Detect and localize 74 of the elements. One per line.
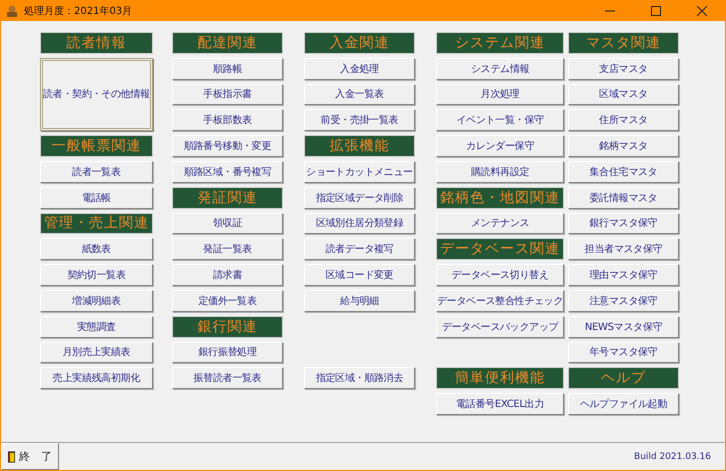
menu-button[interactable]: 順路区域・番号複写	[172, 160, 283, 183]
section-header: マスタ関連	[568, 32, 679, 54]
menu-button[interactable]: ヘルプファイル起動	[568, 393, 679, 415]
menu-button[interactable]: 理由マスタ保守	[568, 264, 679, 286]
menu-button[interactable]: 順路番号移動・変更	[172, 135, 283, 157]
section-header: 管理・売上関連	[40, 212, 153, 234]
menu-button[interactable]: カレンダー保守	[436, 135, 564, 157]
menu-button[interactable]: 振替読者一覧表	[172, 367, 283, 390]
menu-button[interactable]: 支店マスタ	[568, 58, 679, 80]
menu-button[interactable]: データベース切り替え	[436, 264, 564, 286]
menu-button[interactable]: 読者データ複写	[304, 238, 415, 260]
menu-button[interactable]: イベント一覧・保守	[436, 109, 564, 132]
menu-button[interactable]: 電話番号EXCEL出力	[436, 393, 564, 415]
menu-button[interactable]: 増減明細表	[40, 290, 153, 312]
section-header: ヘルプ	[568, 367, 679, 390]
menu-button[interactable]: 区域コード変更	[304, 264, 415, 286]
menu-button[interactable]: 月別売上実績表	[40, 342, 153, 364]
section-header: システム関連	[436, 32, 564, 54]
menu-button[interactable]: 指定区域・順路消去	[304, 367, 415, 390]
maximize-icon[interactable]	[651, 6, 661, 16]
section-header: 発証関連	[172, 186, 283, 209]
section-header: 読者情報	[40, 32, 153, 54]
menu-button[interactable]: メンテナンス	[436, 212, 564, 234]
exit-button[interactable]: 終 了	[1, 443, 59, 470]
section-header: 入金関連	[304, 32, 415, 54]
menu-button[interactable]: ショートカットメニュー	[304, 160, 415, 183]
section-header: 一般帳票関連	[40, 135, 153, 157]
menu-button[interactable]: 委託情報マスタ	[568, 186, 679, 209]
build-label: Build 2021.03.16	[634, 452, 711, 462]
menu-button[interactable]: 電話帳	[40, 186, 153, 209]
menu-button[interactable]: 区域マスタ	[568, 84, 679, 106]
menu-button[interactable]: 入金処理	[304, 58, 415, 80]
menu-button[interactable]: 読者一覧表	[40, 160, 153, 183]
menu-button[interactable]: 領収証	[172, 212, 283, 234]
menu-button[interactable]: 銘柄マスタ	[568, 135, 679, 157]
menu-button[interactable]: 読者・契約・その他情報	[40, 58, 153, 132]
menu-button[interactable]: 発証一覧表	[172, 238, 283, 260]
menu-button[interactable]: 手板部数表	[172, 109, 283, 132]
close-icon[interactable]	[697, 6, 707, 16]
section-header: 配達関連	[172, 32, 283, 54]
menu-button[interactable]: 給与明細	[304, 290, 415, 312]
app-icon	[5, 4, 19, 18]
door-icon	[8, 450, 15, 464]
window-title: 処理月度：2021年03月	[24, 4, 132, 18]
menu-button[interactable]: 集合住宅マスタ	[568, 160, 679, 183]
menu-button[interactable]: 担当者マスタ保守	[568, 238, 679, 260]
section-header: 拡張機能	[304, 135, 415, 157]
menu-button[interactable]: 指定区域データ削除	[304, 186, 415, 209]
menu-button[interactable]: システム情報	[436, 58, 564, 80]
section-header: 銘柄色・地図関連	[436, 186, 564, 209]
menu-button[interactable]: 手板指示書	[172, 84, 283, 106]
menu-button[interactable]: 銀行振替処理	[172, 342, 283, 364]
menu-button[interactable]: 契約切一覧表	[40, 264, 153, 286]
menu-button[interactable]: 区域別住居分類登録	[304, 212, 415, 234]
menu-button[interactable]: データベース整合性チェック	[436, 290, 564, 312]
menu-button[interactable]: 年号マスタ保守	[568, 342, 679, 364]
section-header: 銀行関連	[172, 316, 283, 338]
menu-button[interactable]: 実態調査	[40, 316, 153, 338]
menu-button[interactable]: 注意マスタ保守	[568, 290, 679, 312]
section-header: データベース関連	[436, 238, 564, 260]
menu-button[interactable]: 月次処理	[436, 84, 564, 106]
menu-button[interactable]: データベースバックアップ	[436, 316, 564, 338]
section-header: 簡単便利機能	[436, 367, 564, 390]
menu-button[interactable]: 入金一覧表	[304, 84, 415, 106]
menu-button[interactable]: 前受・売掛一覧表	[304, 109, 415, 132]
menu-button[interactable]: 定価外一覧表	[172, 290, 283, 312]
menu-button[interactable]: 売上実績残高初期化	[40, 367, 153, 390]
menu-button[interactable]: 銀行マスタ保守	[568, 212, 679, 234]
menu-button[interactable]: NEWSマスタ保守	[568, 316, 679, 338]
menu-button[interactable]: 紙数表	[40, 238, 153, 260]
menu-button[interactable]: 住所マスタ	[568, 109, 679, 132]
menu-button[interactable]: 請求書	[172, 264, 283, 286]
menu-button[interactable]: 購読料再設定	[436, 160, 564, 183]
menu-button[interactable]: 順路帳	[172, 58, 283, 80]
